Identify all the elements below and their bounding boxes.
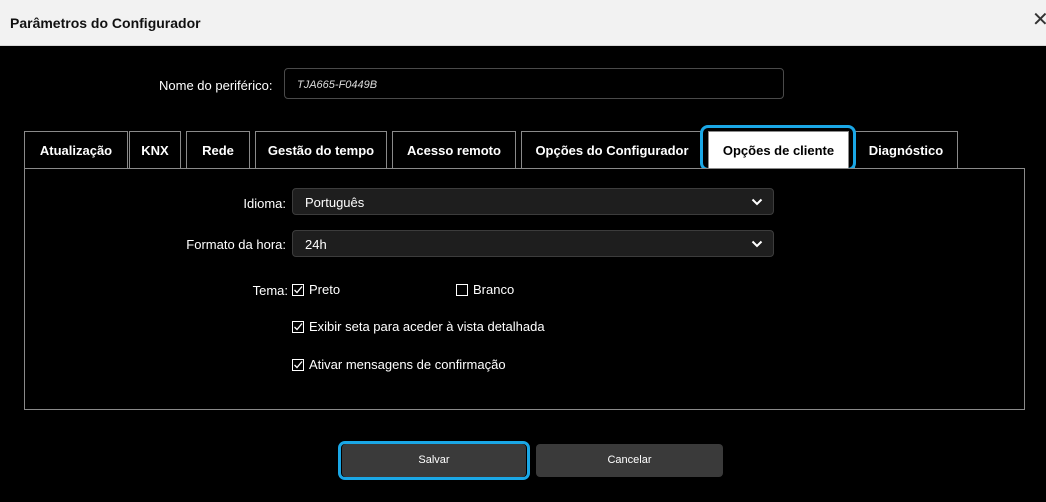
language-value: Português [305,195,365,210]
theme-option-branco-label: Branco [473,282,515,297]
confirm-messages-checkbox[interactable]: Ativar mensagens de confirmação [292,357,506,372]
save-button-highlight [338,441,530,480]
checkbox-unchecked-icon [456,283,468,296]
theme-option-preto[interactable]: Preto [292,282,340,297]
chevron-down-icon [751,198,763,206]
chevron-down-icon [751,240,763,248]
tab-diagnostico[interactable]: Diagnóstico [854,131,958,168]
checkbox-checked-icon [292,358,304,371]
device-name-label: Nome do periférico: [159,78,273,93]
language-label: Idioma: [243,196,286,211]
show-arrow-label: Exibir seta para aceder à vista detalhad… [309,319,545,334]
checkbox-checked-icon [292,283,304,296]
show-arrow-checkbox[interactable]: Exibir seta para aceder à vista detalhad… [292,319,545,334]
tab-opcoes-do-configurador[interactable]: Opções do Configurador [521,131,703,168]
confirm-messages-label: Ativar mensagens de confirmação [309,357,506,372]
tab-atualizacao[interactable]: Atualização [24,131,128,168]
tab-knx[interactable]: KNX [129,131,181,168]
theme-label: Tema: [252,283,288,298]
close-icon[interactable]: ✕ [1032,10,1046,30]
tab-rede[interactable]: Rede [186,131,250,168]
time-format-label: Formato da hora: [186,237,286,252]
language-select[interactable]: Português [292,188,774,215]
theme-option-branco[interactable]: Branco [456,282,514,297]
tab-gestao-do-tempo[interactable]: Gestão do tempo [255,131,387,168]
tab-bar: Atualização KNX Rede Gestão do tempo Ace… [24,131,1024,169]
checkbox-checked-icon [292,320,304,333]
device-name-field[interactable]: TJA665-F0449B [284,68,784,99]
time-format-select[interactable]: 24h [292,230,774,257]
cancel-button[interactable]: Cancelar [536,444,723,477]
window-title: Parâmetros do Configurador [10,15,201,31]
time-format-value: 24h [305,237,327,252]
title-bar: Parâmetros do Configurador ✕ [0,0,1046,46]
tab-acesso-remoto[interactable]: Acesso remoto [392,131,516,168]
theme-option-preto-label: Preto [309,282,341,297]
active-tab-highlight [700,125,856,171]
